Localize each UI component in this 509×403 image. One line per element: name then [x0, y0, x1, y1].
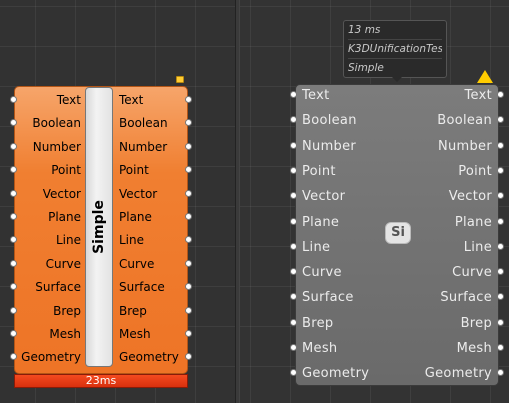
input-param-label[interactable]: Brep	[302, 316, 333, 331]
output-param-label[interactable]: Curve	[119, 257, 189, 271]
input-grip[interactable]	[10, 259, 17, 267]
output-grip[interactable]	[185, 189, 192, 197]
output-param-label[interactable]: Text	[465, 88, 493, 103]
output-grip[interactable]	[497, 91, 504, 98]
output-param-label[interactable]: Surface	[440, 290, 492, 305]
output-param-label[interactable]: Vector	[449, 189, 492, 204]
output-param-label[interactable]: Geometry	[119, 350, 189, 364]
input-param-label[interactable]: Boolean	[17, 116, 81, 130]
component-nickname: Simple	[91, 200, 108, 254]
input-grip[interactable]	[10, 96, 17, 103]
input-param-label[interactable]: Number	[17, 140, 81, 154]
output-grip[interactable]	[185, 306, 192, 314]
tooltip-name: K3DUnificationTest	[348, 40, 442, 59]
input-grip[interactable]	[10, 142, 17, 150]
tooltip-time: 13 ms	[348, 21, 442, 40]
input-param-label[interactable]: Brep	[17, 304, 81, 318]
output-param-label[interactable]: Point	[458, 164, 492, 179]
output-param-label[interactable]: Curve	[452, 265, 492, 280]
input-param-label[interactable]: Text	[17, 93, 81, 107]
input-param-label[interactable]: Line	[302, 240, 330, 255]
output-param-label[interactable]: Boolean	[437, 113, 492, 128]
warning-icon[interactable]	[477, 70, 493, 83]
output-grip[interactable]	[497, 318, 504, 326]
output-grip[interactable]	[497, 141, 504, 149]
output-param-label[interactable]: Text	[119, 93, 189, 107]
output-param-label[interactable]: Surface	[119, 280, 189, 294]
input-param-label[interactable]: Number	[302, 139, 356, 154]
output-param-label[interactable]: Number	[438, 139, 492, 154]
input-param-label[interactable]: Curve	[302, 265, 342, 280]
input-grip[interactable]	[290, 217, 297, 225]
input-grip[interactable]	[10, 330, 17, 337]
output-grip[interactable]	[497, 242, 504, 250]
canvas[interactable]: Simple Text Text Boolean Boolean Number Numbe…	[0, 0, 509, 403]
output-grip[interactable]	[497, 344, 504, 351]
output-grip[interactable]	[185, 213, 192, 220]
output-param-label[interactable]: Plane	[455, 215, 492, 230]
input-param-label[interactable]: Mesh	[302, 341, 337, 356]
output-param-label[interactable]: Mesh	[457, 341, 492, 356]
input-param-label[interactable]: Vector	[17, 187, 81, 201]
input-param-label[interactable]: Boolean	[302, 113, 357, 128]
output-grip[interactable]	[497, 166, 504, 174]
output-param-label[interactable]: Number	[119, 140, 189, 154]
output-param-label[interactable]: Mesh	[119, 327, 189, 341]
input-param-label[interactable]: Geometry	[302, 366, 369, 381]
tooltip-nickname: Simple	[348, 62, 384, 74]
input-grip[interactable]	[290, 318, 297, 326]
input-grip[interactable]	[10, 189, 17, 197]
input-param-label[interactable]: Surface	[17, 280, 81, 294]
input-grip[interactable]	[290, 166, 297, 174]
output-param-label[interactable]: Plane	[119, 210, 189, 224]
input-grip[interactable]	[290, 141, 297, 149]
output-grip[interactable]	[185, 259, 192, 267]
input-param-label[interactable]: Point	[17, 163, 81, 177]
input-param-label[interactable]: Line	[17, 233, 81, 247]
component-tooltip: 13 ms K3DUnificationTest Simple	[343, 20, 447, 78]
input-grip[interactable]	[290, 242, 297, 250]
output-grip[interactable]	[185, 142, 192, 150]
preview-marker-icon	[176, 76, 184, 83]
input-param-label[interactable]: Geometry	[17, 350, 81, 364]
tooltip-pointer	[392, 77, 402, 82]
input-param-label[interactable]: Curve	[17, 257, 81, 271]
input-param-label[interactable]: Plane	[17, 210, 81, 224]
output-param-label[interactable]: Point	[119, 163, 189, 177]
output-param-label[interactable]: Boolean	[119, 116, 189, 130]
output-grip[interactable]	[185, 96, 192, 103]
output-grip[interactable]	[185, 330, 192, 337]
input-grip[interactable]	[10, 306, 17, 314]
input-param-label[interactable]: Vector	[302, 189, 345, 204]
output-param-label[interactable]: Brep	[119, 304, 189, 318]
output-param-label[interactable]: Vector	[119, 187, 189, 201]
simple-component-orange[interactable]: Simple Text Text Boolean Boolean Number Numbe…	[14, 86, 188, 374]
input-grip[interactable]	[290, 344, 297, 351]
input-grip[interactable]	[10, 213, 17, 220]
output-param-label[interactable]: Geometry	[425, 366, 492, 381]
simple-component-gray[interactable]: Si Text Text Boolean Boolean Number Number Poi…	[295, 84, 499, 386]
input-param-label[interactable]: Mesh	[17, 327, 81, 341]
input-grip[interactable]	[290, 91, 297, 98]
input-param-label[interactable]: Surface	[302, 290, 354, 305]
timing-status-bar: 23ms	[14, 374, 188, 388]
output-param-label[interactable]: Line	[119, 233, 189, 247]
input-param-label[interactable]: Point	[302, 164, 336, 179]
component-icon: Si	[385, 222, 411, 244]
output-param-label[interactable]: Brep	[461, 316, 492, 331]
output-grip[interactable]	[497, 217, 504, 225]
input-param-label[interactable]: Plane	[302, 215, 339, 230]
input-param-label[interactable]: Text	[302, 88, 330, 103]
output-param-label[interactable]: Line	[464, 240, 492, 255]
